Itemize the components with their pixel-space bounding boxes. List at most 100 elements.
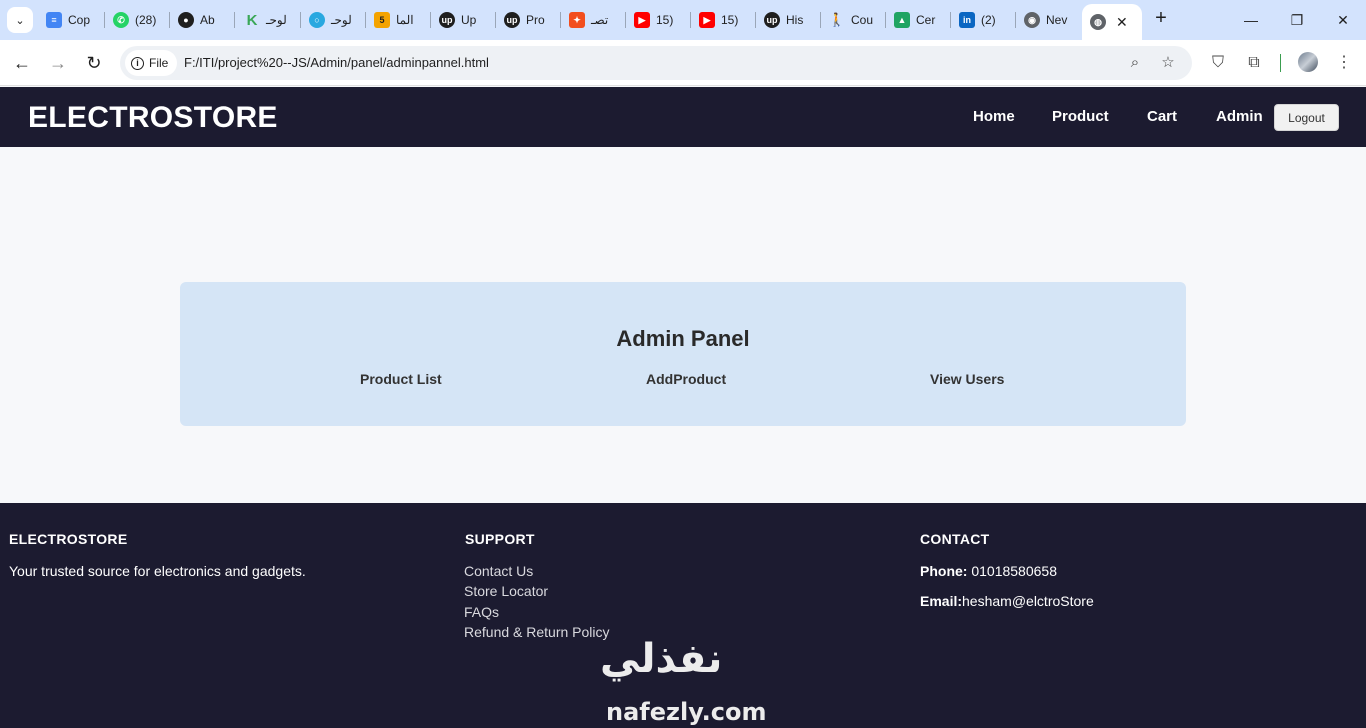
browser-toolbar: ← → ↻ i File F:/ITI/project%20--JS/Admin… [0, 40, 1366, 86]
browser-tab[interactable]: ▶ 15) [634, 6, 684, 34]
nav-home[interactable]: Home [973, 108, 1015, 125]
email-value: hesham@elctroStore [962, 593, 1094, 609]
watermark: نفذلي nafezly.com [596, 636, 776, 728]
phone-value: 01018580658 [971, 563, 1057, 579]
reload-button[interactable]: ↻ [82, 51, 106, 75]
admin-panel: Admin Panel Product List AddProduct View… [180, 282, 1186, 426]
youtube-icon: ▶ [699, 12, 715, 28]
github-icon: ● [178, 12, 194, 28]
shield-icon[interactable]: ⛉ [1207, 52, 1229, 74]
close-icon[interactable]: ✕ [1116, 14, 1128, 31]
phone-label: Phone: [920, 563, 968, 579]
browser-tab[interactable]: 5 الما [374, 6, 424, 34]
youtube-icon: ▶ [634, 12, 650, 28]
globe-icon: ◍ [1090, 14, 1106, 30]
extensions-icon[interactable]: ⧉ [1243, 52, 1265, 74]
restore-icon: ❐ [1290, 12, 1304, 28]
browser-tab[interactable]: ✆ (28) [113, 6, 163, 34]
browser-tab[interactable]: ◉ Nev [1024, 6, 1074, 34]
linkedin-icon: in [959, 12, 975, 28]
back-button[interactable]: ← [10, 51, 34, 75]
tab-separator [365, 12, 366, 28]
browser-tab[interactable]: ▲ Cer [894, 6, 944, 34]
arrow-left-icon: ← [13, 53, 31, 73]
main-content: Admin Panel Product List AddProduct View… [0, 147, 1366, 503]
tab-separator [300, 12, 301, 28]
tab-search-button[interactable]: ⌄ [7, 7, 33, 33]
arrow-right-icon: → [49, 53, 67, 73]
tab-separator [104, 12, 105, 28]
tab-separator [625, 12, 626, 28]
nav-admin[interactable]: Admin [1216, 108, 1263, 125]
watermark-arabic: نفذلي [600, 636, 723, 682]
new-tab-button[interactable]: + [1150, 8, 1172, 30]
zoom-icon[interactable]: ⌕ [1125, 53, 1145, 73]
browser-tab[interactable]: ● Ab [178, 6, 228, 34]
tab-separator [820, 12, 821, 28]
reload-icon: ↻ [86, 53, 102, 73]
info-icon: i [131, 56, 144, 70]
plus-icon: + [1155, 7, 1167, 29]
browser-tab[interactable]: ≡ Cop [46, 6, 98, 34]
circle-icon: ○ [309, 12, 325, 28]
email-label: Email: [920, 593, 963, 609]
browser-tab[interactable]: K لوحـ [244, 6, 294, 34]
url-text[interactable]: F:/ITI/project%20--JS/Admin/panel/adminp… [184, 55, 489, 70]
minimize-button[interactable]: — [1236, 8, 1266, 32]
browser-tab-active[interactable]: ◍ ✕ [1082, 4, 1142, 40]
site-info-chip[interactable]: i File [125, 50, 178, 76]
logout-button[interactable]: Logout [1274, 104, 1339, 131]
footer-phone: Phone: 01018580658 [920, 563, 1057, 579]
nav-product[interactable]: Product [1052, 108, 1109, 125]
five-icon: 5 [374, 12, 390, 28]
browser-tab[interactable]: ▶ 15) [699, 6, 749, 34]
chrome-icon: ◉ [1024, 12, 1040, 28]
restore-button[interactable]: ❐ [1282, 8, 1312, 32]
footer-email: Email:hesham@elctroStore [920, 593, 1094, 609]
view-users-link[interactable]: View Users [930, 371, 1004, 387]
browser-tab[interactable]: ○ لوحـ [309, 6, 359, 34]
footer-link-store-locator[interactable]: Store Locator [464, 583, 548, 599]
nav-cart[interactable]: Cart [1147, 108, 1177, 125]
tab-separator [1015, 12, 1016, 28]
close-window-button[interactable]: ✕ [1328, 8, 1358, 32]
footer-link-contact[interactable]: Contact Us [464, 563, 533, 579]
footer-support-heading: SUPPORT [465, 531, 535, 547]
tab-separator [755, 12, 756, 28]
tab-separator [950, 12, 951, 28]
menu-icon[interactable]: ⋮ [1333, 52, 1355, 74]
tab-separator [430, 12, 431, 28]
tab-separator [885, 12, 886, 28]
whatsapp-icon: ✆ [113, 12, 129, 28]
browser-tab[interactable]: up Up [439, 6, 489, 34]
footer-link-faqs[interactable]: FAQs [464, 604, 499, 620]
panel-title: Admin Panel [616, 326, 750, 351]
browser-tab[interactable]: up His [764, 6, 814, 34]
star-icon[interactable]: ☆ [1158, 53, 1178, 73]
upwork-icon: up [504, 12, 520, 28]
browser-tab[interactable]: 🚶 Cou [829, 6, 879, 34]
minimize-icon: — [1244, 12, 1258, 28]
site-logo[interactable]: ELECTROSTORE [28, 101, 278, 135]
person-icon: 🚶 [829, 12, 846, 27]
footer-link-refund[interactable]: Refund & Return Policy [464, 624, 610, 640]
chevron-down-icon: ⌄ [15, 14, 25, 27]
browser-tab[interactable]: up Pro [504, 6, 554, 34]
add-product-link[interactable]: AddProduct [646, 371, 726, 387]
product-list-link[interactable]: Product List [360, 371, 442, 387]
address-bar[interactable]: i File F:/ITI/project%20--JS/Admin/panel… [120, 46, 1192, 80]
avatar[interactable] [1298, 52, 1318, 72]
forward-button[interactable]: → [46, 51, 70, 75]
browser-tab[interactable]: ✦ تصـ [569, 6, 619, 34]
docs-icon: ≡ [46, 12, 62, 28]
browser-tab[interactable]: in (2) [959, 6, 1009, 34]
upwork-icon: up [764, 12, 780, 28]
footer-brand-text: Your trusted source for electronics and … [9, 563, 306, 579]
tab-separator [560, 12, 561, 28]
k-icon: K [246, 11, 258, 29]
tab-separator [495, 12, 496, 28]
tab-separator [169, 12, 170, 28]
footer-brand-heading: ELECTROSTORE [9, 531, 128, 547]
drive-icon: ▲ [894, 12, 910, 28]
watermark-latin: nafezly.com [606, 698, 767, 726]
